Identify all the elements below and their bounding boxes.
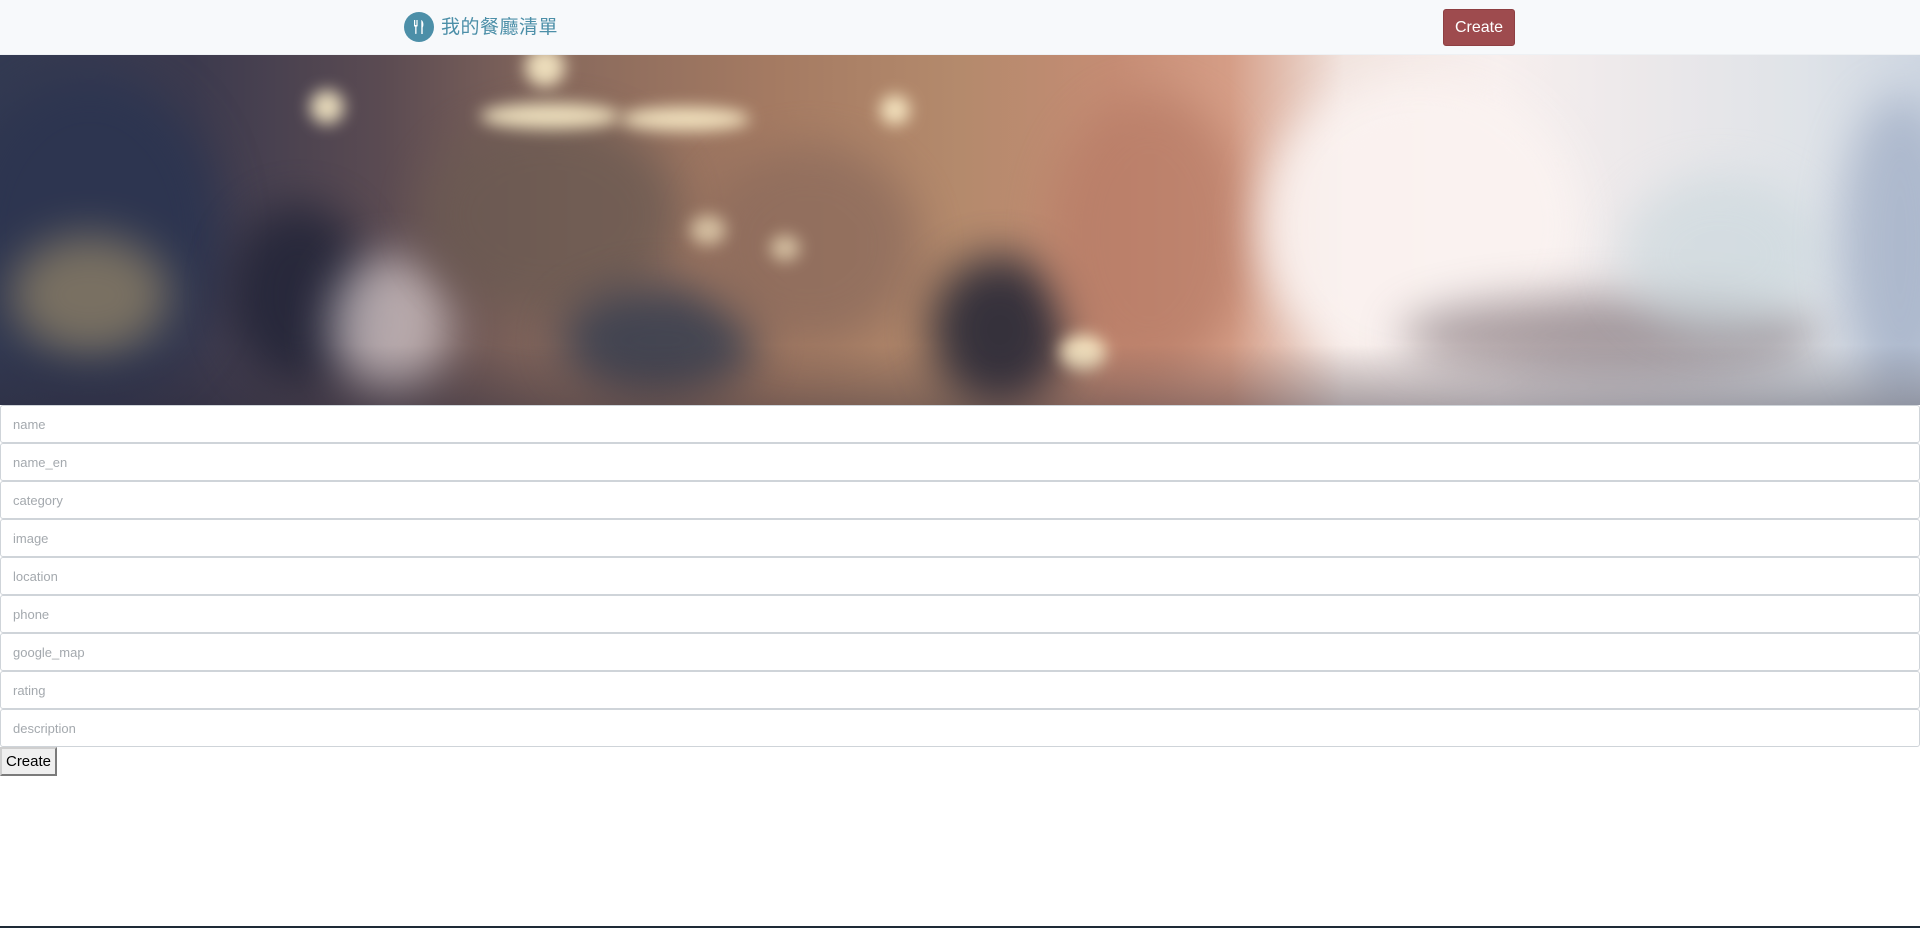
utensils-icon [404,12,434,42]
category-input[interactable] [0,481,1920,519]
hero-banner-image [0,55,1920,405]
navbar: 我的餐廳清單 Create [0,0,1920,55]
nav-create-button[interactable]: Create [1443,9,1515,46]
brand-link[interactable]: 我的餐廳清單 [404,12,558,42]
name-en-input[interactable] [0,443,1920,481]
brand-title: 我的餐廳清單 [441,16,559,38]
name-input[interactable] [0,405,1920,443]
create-restaurant-form: Create [0,405,1920,776]
location-input[interactable] [0,557,1920,595]
phone-input[interactable] [0,595,1920,633]
image-input[interactable] [0,519,1920,557]
rating-input[interactable] [0,671,1920,709]
submit-create-button[interactable]: Create [0,747,57,776]
google-map-input[interactable] [0,633,1920,671]
description-input[interactable] [0,709,1920,747]
